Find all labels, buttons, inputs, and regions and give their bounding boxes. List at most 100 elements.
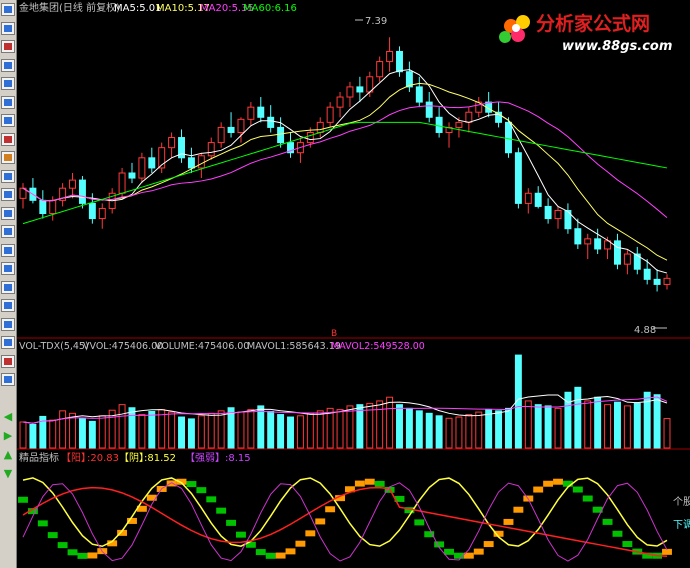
line-chart-icon[interactable] — [1, 40, 15, 53]
alert-icon[interactable] — [1, 354, 15, 368]
move-left-icon[interactable]: ◀ — [2, 410, 14, 424]
volume-bar-down — [633, 402, 641, 449]
band-block-rising — [146, 494, 157, 501]
stats-icon[interactable] — [1, 317, 15, 331]
indicator-icon[interactable] — [1, 262, 15, 275]
band-block-rising — [87, 552, 98, 559]
grid-icon[interactable] — [1, 243, 15, 257]
strength-value: :8.15 — [225, 453, 251, 464]
monitor-icon[interactable] — [1, 299, 15, 312]
zoom-icon[interactable] — [1, 336, 15, 349]
book-icon-glyph — [4, 154, 12, 161]
volume-bar-down — [88, 420, 96, 449]
candle-down — [643, 268, 651, 280]
move-down-icon[interactable]: ▼ — [2, 467, 14, 481]
volume-bar-down — [187, 418, 195, 449]
band-block-falling — [622, 541, 633, 548]
volume-bar-down — [594, 396, 602, 449]
people-icon[interactable] — [1, 188, 15, 201]
pointer-icon[interactable] — [1, 3, 15, 16]
volume-bar-down — [178, 416, 185, 449]
volume-bar-up — [207, 412, 215, 449]
volume-bar-up — [623, 405, 631, 449]
right-label-down: 下调 — [673, 519, 690, 531]
ma10-line — [22, 82, 668, 261]
band-block-rising — [166, 480, 177, 487]
volume-bar-down — [534, 404, 542, 449]
move-right-icon[interactable]: ▶ — [2, 429, 14, 443]
candle-up — [346, 86, 354, 98]
volume-bar-up — [336, 409, 344, 449]
volume-bar-down — [29, 423, 37, 449]
band-block-falling — [196, 487, 207, 494]
right-label-stock: 个股 — [673, 496, 690, 508]
volume-bar-down — [277, 414, 285, 449]
volume-bar-down — [415, 410, 423, 449]
volume-bar-down — [148, 410, 156, 449]
band-block-rising — [513, 506, 524, 513]
volume-bar-up — [524, 400, 532, 449]
news-icon-glyph — [4, 135, 12, 143]
candle-down — [613, 240, 621, 265]
band-block-rising — [473, 548, 484, 555]
candle-down — [505, 121, 512, 154]
alert-icon-glyph — [4, 357, 12, 365]
bar-chart-icon[interactable] — [1, 77, 15, 90]
candle-up — [336, 96, 344, 108]
volume-bar-down — [356, 404, 364, 449]
band-block-rising — [553, 478, 563, 485]
ma5-label: MA5:5.01 — [114, 3, 161, 14]
volume-bar-up — [604, 404, 612, 449]
f10-info-icon[interactable] — [1, 169, 15, 183]
candle-down — [187, 157, 195, 169]
grid-icon-glyph — [4, 246, 12, 254]
site-logo[interactable]: 分析家公式网 www.88gs.com — [490, 2, 686, 60]
volume-bar-up — [19, 421, 27, 449]
price-panel-title: 金地集团(日线 前复权) — [19, 1, 120, 14]
candle-down — [544, 205, 552, 220]
volume-bar-down — [396, 404, 403, 449]
candle-down — [594, 238, 602, 250]
table-icon[interactable] — [1, 95, 15, 109]
book-icon[interactable] — [1, 151, 15, 164]
volume-label: VOLUME:475406.00 — [155, 341, 249, 352]
list-icon-glyph — [4, 117, 12, 124]
window-icon[interactable] — [1, 225, 15, 238]
volume-bar-up — [217, 410, 225, 449]
band-block-rising — [315, 518, 326, 525]
candle-down — [277, 126, 285, 144]
candlestick-icon-glyph — [4, 61, 12, 69]
compare-icon[interactable] — [1, 280, 15, 294]
candle-up — [386, 50, 394, 63]
globe-icon[interactable] — [1, 206, 15, 220]
mavol2-label: MAVOL2:549528.00 — [331, 341, 425, 352]
band-block-rising — [533, 486, 544, 493]
chart-canvas: 金地集团(日线 前复权) MA5:5.01 MA10:5.17 MA20:5.3… — [17, 1, 690, 562]
price-plot — [19, 37, 671, 292]
move-up-icon[interactable]: ▲ — [2, 448, 14, 462]
candle-up — [584, 238, 592, 245]
candle-down — [227, 126, 235, 133]
list-icon[interactable] — [1, 114, 15, 127]
logo-flower-icon — [499, 15, 530, 43]
monitor-icon-glyph — [4, 302, 12, 309]
news-icon[interactable] — [1, 132, 15, 146]
crosshair-icon[interactable] — [1, 21, 15, 35]
volume-bar-up — [554, 407, 562, 449]
candlestick-icon[interactable] — [1, 58, 15, 72]
settings-icon[interactable] — [1, 373, 15, 386]
volume-bar-up — [197, 415, 205, 449]
candle-up — [455, 121, 463, 128]
low-price-label: 4.88 — [634, 325, 656, 336]
candle-down — [653, 278, 661, 285]
candle-up — [69, 179, 77, 189]
volume-bar-down — [495, 410, 503, 449]
mavol1-label: MAVOL1:585643.19 — [247, 341, 341, 352]
band-block-falling — [572, 486, 583, 493]
band-block-falling — [374, 480, 385, 487]
band-block-falling — [18, 496, 28, 503]
volume-bar-up — [247, 409, 255, 449]
candle-down — [267, 116, 275, 128]
line-chart-icon-glyph — [4, 43, 12, 50]
volume-bar-up — [584, 400, 592, 449]
